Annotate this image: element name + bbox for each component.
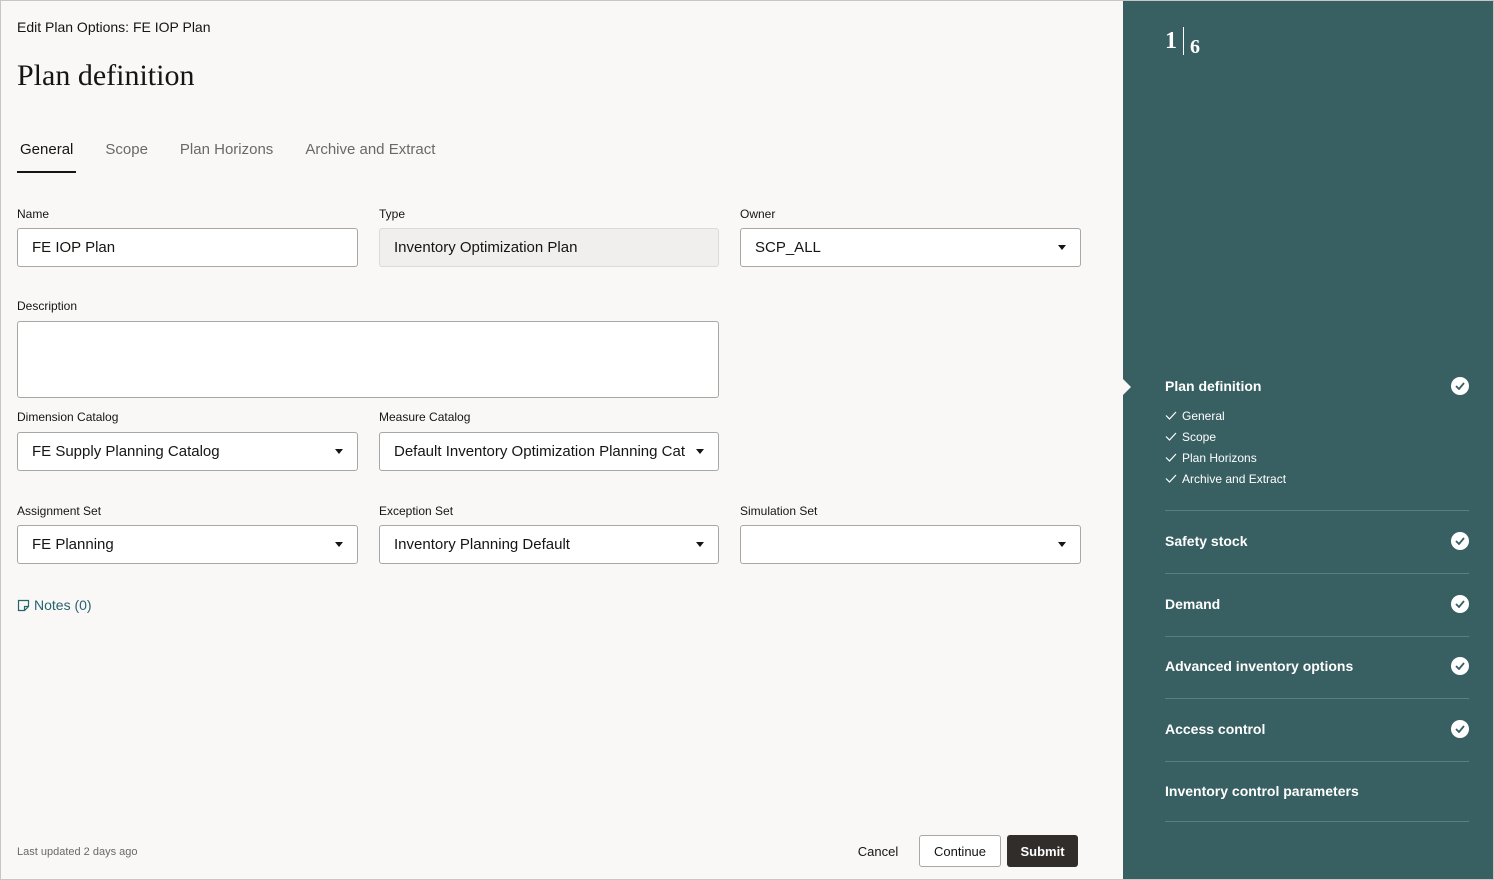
measure-catalog-label: Measure Catalog [379, 410, 471, 424]
checkmark-icon [1165, 411, 1177, 420]
substep-label: General [1182, 408, 1225, 423]
step-header: Demand [1165, 595, 1469, 613]
simulation-set-select[interactable] [740, 525, 1081, 564]
type-field: Inventory Optimization Plan [379, 228, 719, 267]
last-updated-text: Last updated 2 days ago [17, 846, 138, 858]
checkmark-icon [1165, 453, 1177, 462]
assignment-set-select[interactable]: FE Planning [17, 525, 358, 564]
description-textarea[interactable] [17, 321, 719, 398]
note-icon [17, 599, 30, 611]
assignment-set-label: Assignment Set [17, 504, 102, 518]
substep-plan-horizons[interactable]: Plan Horizons [1165, 447, 1469, 468]
dimension-catalog-value: FE Supply Planning Catalog [32, 443, 220, 460]
chevron-down-icon [1058, 542, 1066, 547]
name-input[interactable]: FE IOP Plan [17, 228, 358, 267]
cancel-button[interactable]: Cancel [849, 835, 907, 867]
owner-select[interactable]: SCP_ALL [740, 228, 1081, 267]
chevron-down-icon [1058, 245, 1066, 250]
step-header: Advanced inventory options [1165, 657, 1469, 675]
check-circle-icon [1451, 595, 1469, 613]
name-label: Name [17, 207, 50, 221]
type-value: Inventory Optimization Plan [394, 239, 578, 256]
current-step-number: 1 [1165, 28, 1177, 54]
assignment-set-value: FE Planning [32, 536, 114, 553]
step-plan-definition[interactable]: Plan definition General Scope Plan Horiz… [1165, 377, 1469, 511]
description-label: Description [17, 299, 78, 313]
notes-link[interactable]: Notes (0) [17, 597, 92, 613]
type-label: Type [379, 207, 406, 221]
step-access-control[interactable]: Access control [1165, 699, 1469, 762]
tab-scope[interactable]: Scope [102, 141, 151, 173]
notes-label: Notes (0) [34, 597, 92, 613]
check-circle-icon [1451, 532, 1469, 550]
substep-list: General Scope Plan Horizons Archive and … [1165, 405, 1469, 489]
total-steps-number: 6 [1190, 36, 1200, 58]
substep-scope[interactable]: Scope [1165, 426, 1469, 447]
chevron-down-icon [696, 542, 704, 547]
check-circle-icon [1451, 657, 1469, 675]
edit-plan-options-window: Edit Plan Options: FE IOP Plan Plan defi… [0, 0, 1494, 880]
step-header: Access control [1165, 720, 1469, 738]
step-label: Plan definition [1165, 378, 1262, 394]
measure-catalog-select[interactable]: Default Inventory Optimization Planning … [379, 432, 719, 471]
dimension-catalog-label: Dimension Catalog [17, 410, 119, 424]
exception-set-value: Inventory Planning Default [394, 536, 570, 553]
page-heading: Edit Plan Options: FE IOP Plan [17, 19, 211, 35]
step-header: Inventory control parameters [1165, 783, 1469, 799]
tab-archive-and-extract[interactable]: Archive and Extract [302, 141, 438, 173]
current-step-pointer [1122, 378, 1131, 396]
measure-catalog-value: Default Inventory Optimization Planning … [394, 443, 685, 460]
chevron-down-icon [696, 449, 704, 454]
train-sidebar: 1 6 Plan definition General Scope Plan H… [1122, 1, 1493, 879]
check-circle-icon [1451, 377, 1469, 395]
owner-value: SCP_ALL [755, 239, 821, 256]
step-counter: 1 6 [1165, 27, 1200, 57]
tab-plan-horizons[interactable]: Plan Horizons [177, 141, 276, 173]
step-label: Advanced inventory options [1165, 658, 1354, 674]
name-value: FE IOP Plan [32, 239, 116, 256]
chevron-down-icon [335, 542, 343, 547]
exception-set-select[interactable]: Inventory Planning Default [379, 525, 719, 564]
owner-label: Owner [740, 207, 776, 221]
step-divider [1183, 27, 1184, 55]
dimension-catalog-select[interactable]: FE Supply Planning Catalog [17, 432, 358, 471]
step-label: Demand [1165, 596, 1221, 612]
submit-button[interactable]: Submit [1007, 835, 1078, 867]
chevron-down-icon [335, 449, 343, 454]
step-label: Access control [1165, 721, 1266, 737]
step-advanced-inventory-options[interactable]: Advanced inventory options [1165, 637, 1469, 699]
continue-button[interactable]: Continue [919, 835, 1001, 867]
step-header: Plan definition [1165, 377, 1469, 395]
tab-general[interactable]: General [17, 141, 77, 173]
tab-bar: General Scope Plan Horizons Archive and … [17, 141, 464, 173]
substep-label: Scope [1182, 429, 1217, 444]
check-circle-icon [1451, 720, 1469, 738]
page-title: Plan definition [17, 59, 195, 92]
step-label: Safety stock [1165, 533, 1248, 549]
step-label: Inventory control parameters [1165, 783, 1359, 799]
simulation-set-label: Simulation Set [740, 504, 818, 518]
checkmark-icon [1165, 474, 1177, 483]
substep-archive-and-extract[interactable]: Archive and Extract [1165, 468, 1469, 489]
step-header: Safety stock [1165, 532, 1469, 550]
step-inventory-control-parameters[interactable]: Inventory control parameters [1165, 762, 1469, 822]
exception-set-label: Exception Set [379, 504, 454, 518]
main-panel: Edit Plan Options: FE IOP Plan Plan defi… [1, 1, 1123, 879]
checkmark-icon [1165, 432, 1177, 441]
substep-label: Archive and Extract [1182, 471, 1287, 486]
substep-general[interactable]: General [1165, 405, 1469, 426]
step-demand[interactable]: Demand [1165, 574, 1469, 637]
substep-label: Plan Horizons [1182, 450, 1257, 465]
step-safety-stock[interactable]: Safety stock [1165, 511, 1469, 574]
